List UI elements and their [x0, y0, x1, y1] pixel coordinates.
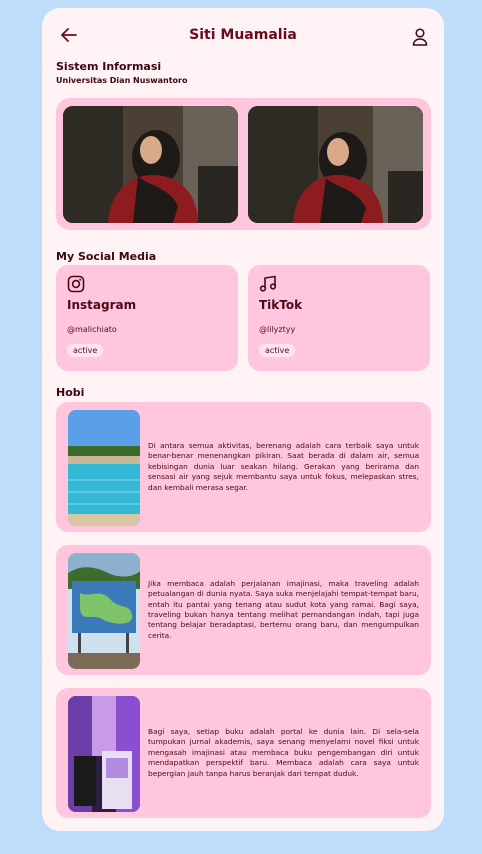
social-name: TikTok — [259, 298, 303, 312]
university-label: Universitas Dian Nuswantoro — [56, 76, 188, 85]
social-section-title: My Social Media — [56, 250, 157, 263]
app-bar: Siti Muamalia — [42, 8, 444, 64]
hobby-description: Bagi saya, setiap buku adalah portal ke … — [148, 726, 419, 778]
status-badge: active — [259, 344, 296, 357]
major-label: Sistem Informasi — [56, 60, 162, 73]
social-handle: @malichiato — [67, 325, 117, 334]
page-title: Siti Muamalia — [189, 27, 297, 43]
social-card-instagram[interactable]: Instagram @malichiato active — [56, 265, 238, 371]
social-handle: @lilyztyy — [259, 325, 296, 334]
user-profile-icon[interactable] — [412, 28, 428, 46]
profile-photo — [63, 106, 238, 223]
hobby-description: Di antara semua aktivitas, berenang adal… — [148, 440, 419, 492]
hobby-card-reading: Bagi saya, setiap buku adalah portal ke … — [56, 688, 431, 818]
profile-photo — [248, 106, 423, 223]
music-note-icon — [259, 275, 277, 292]
photo-gallery — [56, 98, 431, 230]
status-badge: active — [67, 344, 104, 357]
hobby-image — [68, 410, 140, 526]
hobby-card-traveling: Jika membaca adalah perjalanan imajinasi… — [56, 545, 431, 675]
hobby-description: Jika membaca adalah perjalanan imajinasi… — [148, 578, 419, 640]
instagram-icon — [67, 275, 85, 293]
profile-screen: Siti Muamalia Sistem Informasi Universit… — [42, 8, 444, 831]
social-name: Instagram — [67, 298, 137, 312]
social-card-tiktok[interactable]: TikTok @lilyztyy active — [248, 265, 430, 371]
hobby-image — [68, 553, 140, 669]
hobby-image — [68, 696, 140, 812]
hobby-section-title: Hobi — [56, 386, 85, 399]
hobby-card-swimming: Di antara semua aktivitas, berenang adal… — [56, 402, 431, 532]
